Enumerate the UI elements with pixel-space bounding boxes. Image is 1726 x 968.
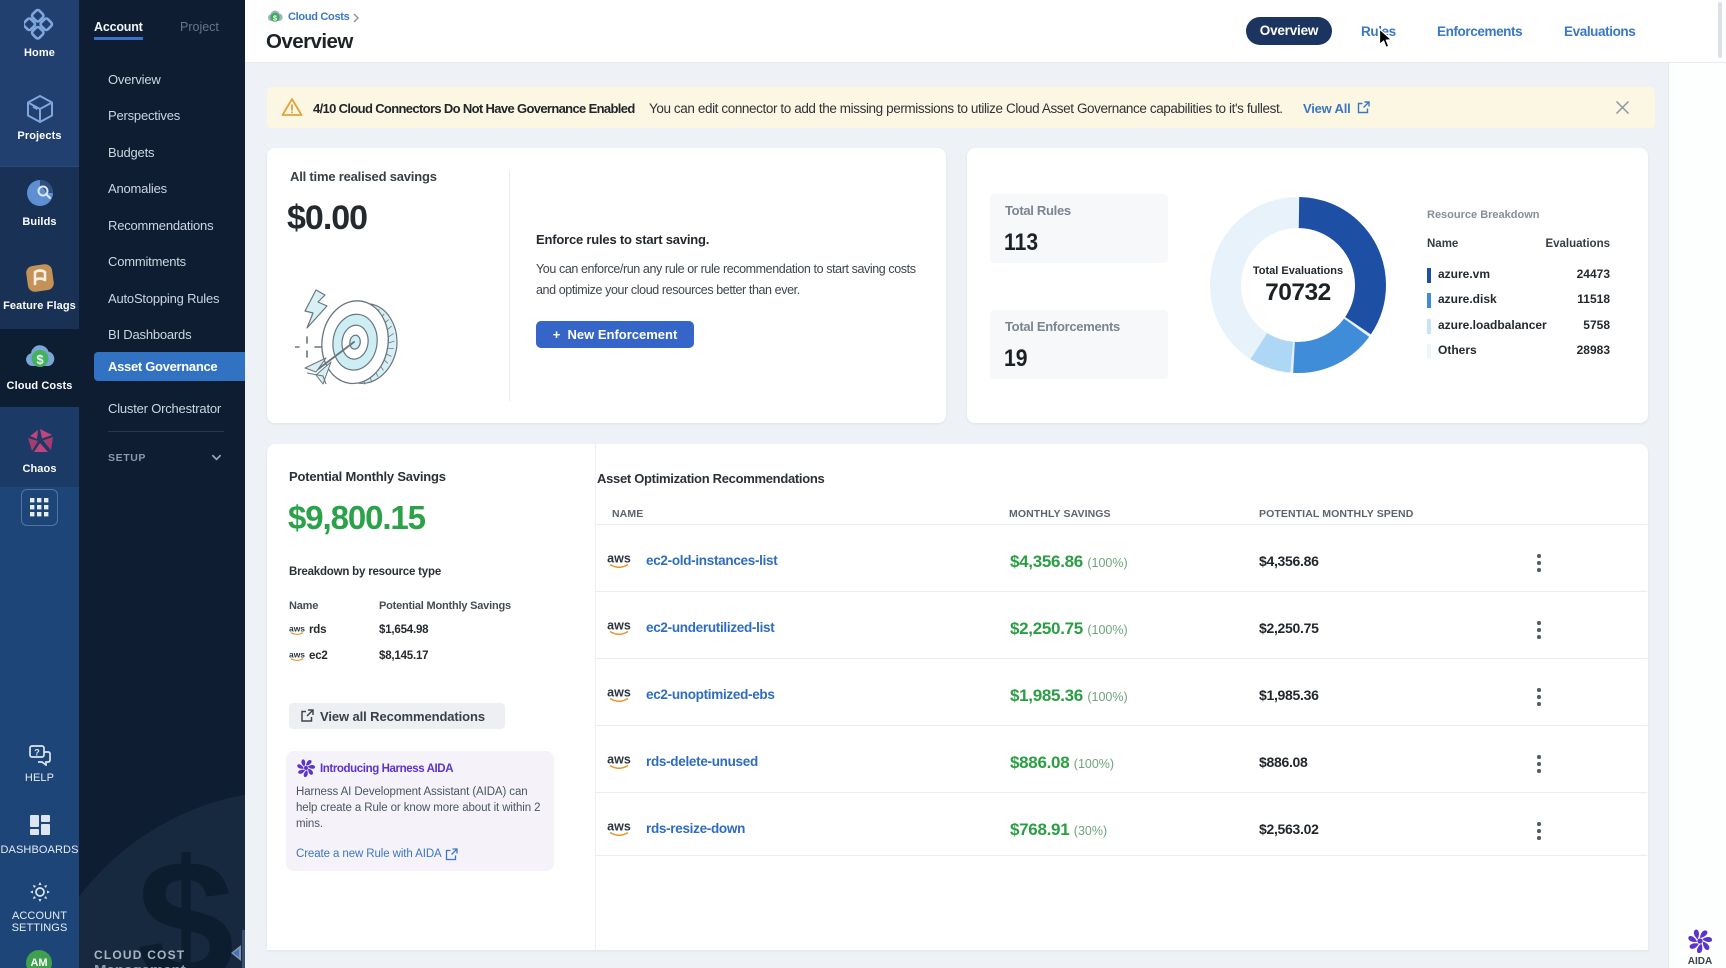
svg-text:aws: aws	[289, 624, 305, 633]
svg-text:aws: aws	[607, 753, 631, 767]
svg-text:$: $	[36, 352, 44, 367]
svg-text:aws: aws	[607, 619, 631, 633]
svg-text:aws: aws	[607, 820, 631, 834]
svg-text:aws: aws	[607, 686, 631, 700]
svg-text:aws: aws	[607, 552, 631, 566]
svg-text:?: ?	[34, 748, 40, 758]
svg-text:aws: aws	[289, 650, 305, 659]
svg-text:$: $	[137, 825, 234, 968]
